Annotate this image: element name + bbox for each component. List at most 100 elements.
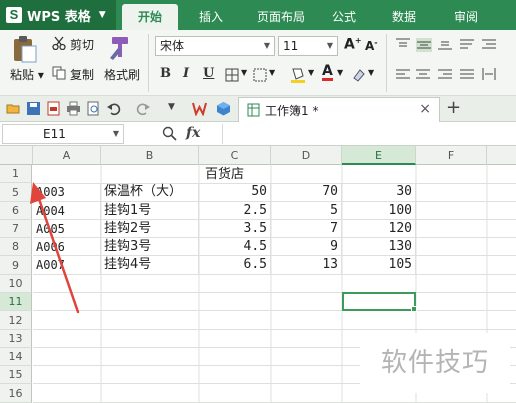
row-header[interactable]: 13 — [0, 330, 32, 348]
cell-d[interactable]: 7 — [271, 220, 342, 238]
cell-name[interactable]: 挂钩1号 — [101, 202, 199, 220]
active-cell-selection[interactable] — [342, 292, 416, 311]
fill-handle[interactable] — [411, 306, 417, 312]
align-bottom-icon[interactable] — [438, 38, 452, 50]
chevron-down-icon[interactable]: ▼ — [308, 68, 314, 77]
wrap-text-icon[interactable] — [460, 38, 474, 50]
row-header[interactable]: 1 — [0, 165, 32, 183]
cell-e[interactable]: 30 — [342, 183, 416, 202]
format-painter-icon[interactable] — [108, 34, 134, 60]
font-size-select[interactable]: 11 ▼ — [278, 36, 338, 56]
column-header-b[interactable]: B — [101, 146, 199, 165]
close-icon[interactable]: × — [419, 101, 431, 117]
italic-button[interactable]: I — [183, 66, 189, 81]
align-right-icon[interactable] — [438, 68, 452, 80]
borders-icon[interactable] — [225, 68, 239, 82]
cell-d[interactable]: 70 — [271, 183, 342, 202]
tab-insert[interactable]: 插入 — [186, 4, 236, 30]
cell-c[interactable]: 4.5 — [199, 238, 271, 256]
row-header[interactable]: 7 — [0, 220, 32, 238]
cell-name[interactable]: 保温杯（大） — [101, 183, 199, 202]
new-tab-plus-icon[interactable]: + — [446, 97, 461, 118]
tab-review[interactable]: 审阅 — [444, 4, 488, 30]
column-header-e[interactable]: E — [342, 146, 416, 165]
row-header[interactable]: 8 — [0, 238, 32, 256]
row-header[interactable]: 9 — [0, 256, 32, 275]
cell-name[interactable]: 挂钩4号 — [101, 256, 199, 275]
row-header[interactable]: 12 — [0, 311, 32, 330]
app-menu-button[interactable]: S WPS 表格 ▼ — [0, 0, 116, 30]
chevron-down-icon[interactable]: ▼ — [241, 68, 247, 77]
cell-c[interactable]: 3.5 — [199, 220, 271, 238]
cloud-cube-icon[interactable] — [216, 101, 231, 116]
cell-e[interactable]: 120 — [342, 220, 416, 238]
distributed-align-icon[interactable] — [482, 68, 496, 80]
formula-input[interactable] — [222, 124, 512, 144]
column-header-f[interactable]: F — [416, 146, 487, 165]
cell-id[interactable]: A003 — [33, 183, 101, 202]
cell-id[interactable]: A007 — [33, 256, 101, 275]
indent-icon[interactable] — [482, 38, 496, 50]
cell-e[interactable]: 130 — [342, 238, 416, 256]
row-header[interactable]: 15 — [0, 366, 32, 384]
tab-formulas[interactable]: 公式 — [322, 4, 366, 30]
row-header[interactable]: 5 — [0, 183, 32, 202]
paste-icon[interactable] — [12, 34, 38, 64]
row-header[interactable]: 6 — [0, 202, 32, 220]
tab-home[interactable]: 开始 — [122, 4, 178, 30]
justify-icon[interactable] — [460, 68, 474, 80]
column-header-d[interactable]: D — [271, 146, 342, 165]
customize-toolbar-chevron-icon[interactable]: ▼ — [168, 102, 175, 112]
cell-id[interactable]: A006 — [33, 238, 101, 256]
format-painter-button[interactable]: 格式刷 — [104, 66, 140, 83]
cell-c[interactable]: 50 — [199, 183, 271, 202]
redo-icon[interactable] — [136, 101, 151, 116]
cell-c[interactable]: 6.5 — [199, 256, 271, 275]
select-all-corner[interactable] — [0, 146, 33, 165]
align-left-icon[interactable] — [396, 68, 410, 80]
open-folder-icon[interactable] — [6, 101, 21, 116]
cell-c[interactable]: 2.5 — [199, 202, 271, 220]
cell-name[interactable]: 挂钩2号 — [101, 220, 199, 238]
column-header-a[interactable]: A — [33, 146, 101, 165]
insert-function-button[interactable]: fx — [186, 125, 200, 141]
title-cell[interactable]: 百货店 — [33, 165, 416, 184]
decrease-font-size-icon[interactable]: A- — [365, 38, 378, 53]
merge-cells-icon[interactable] — [253, 68, 267, 82]
cell-id[interactable]: A005 — [33, 220, 101, 238]
tab-data[interactable]: 数据 — [382, 4, 426, 30]
row-header[interactable]: 10 — [0, 275, 32, 293]
row-header[interactable]: 16 — [0, 384, 32, 403]
clear-format-icon[interactable] — [352, 68, 366, 82]
bold-button[interactable]: B — [160, 66, 171, 81]
fill-color-icon[interactable] — [290, 66, 306, 84]
row-header[interactable]: 14 — [0, 348, 32, 366]
font-color-button[interactable]: A — [322, 64, 333, 81]
cell-e[interactable]: 100 — [342, 202, 416, 220]
undo-icon[interactable] — [106, 101, 121, 116]
column-header-g[interactable] — [487, 146, 516, 165]
font-name-select[interactable]: 宋体 ▼ — [155, 36, 275, 56]
paste-button[interactable]: 粘贴 ▾ — [10, 66, 44, 83]
cell-d[interactable]: 13 — [271, 256, 342, 275]
align-top-icon[interactable] — [396, 38, 410, 50]
cell-id[interactable]: A004 — [33, 202, 101, 220]
chevron-down-icon[interactable]: ▼ — [368, 68, 374, 77]
tab-page-layout[interactable]: 页面布局 — [246, 4, 316, 30]
chevron-down-icon[interactable]: ▼ — [269, 68, 275, 77]
row-header-selected[interactable]: 11 — [0, 293, 32, 311]
print-icon[interactable] — [66, 101, 81, 116]
print-preview-icon[interactable] — [86, 101, 101, 116]
align-middle-icon[interactable] — [416, 38, 432, 52]
document-tab[interactable]: 工作簿1 * × — [238, 97, 440, 122]
zoom-search-icon[interactable] — [162, 126, 177, 141]
cell-d[interactable]: 5 — [271, 202, 342, 220]
column-header-c[interactable]: C — [199, 146, 271, 165]
cell-d[interactable]: 9 — [271, 238, 342, 256]
save-icon[interactable] — [26, 101, 41, 116]
chevron-down-icon[interactable]: ▼ — [337, 68, 343, 77]
increase-font-size-icon[interactable]: A+ — [344, 36, 362, 53]
name-box[interactable]: E11 ▼ — [2, 124, 124, 144]
wps-w-logo-icon[interactable] — [192, 101, 207, 116]
cell-e[interactable]: 105 — [342, 256, 416, 275]
